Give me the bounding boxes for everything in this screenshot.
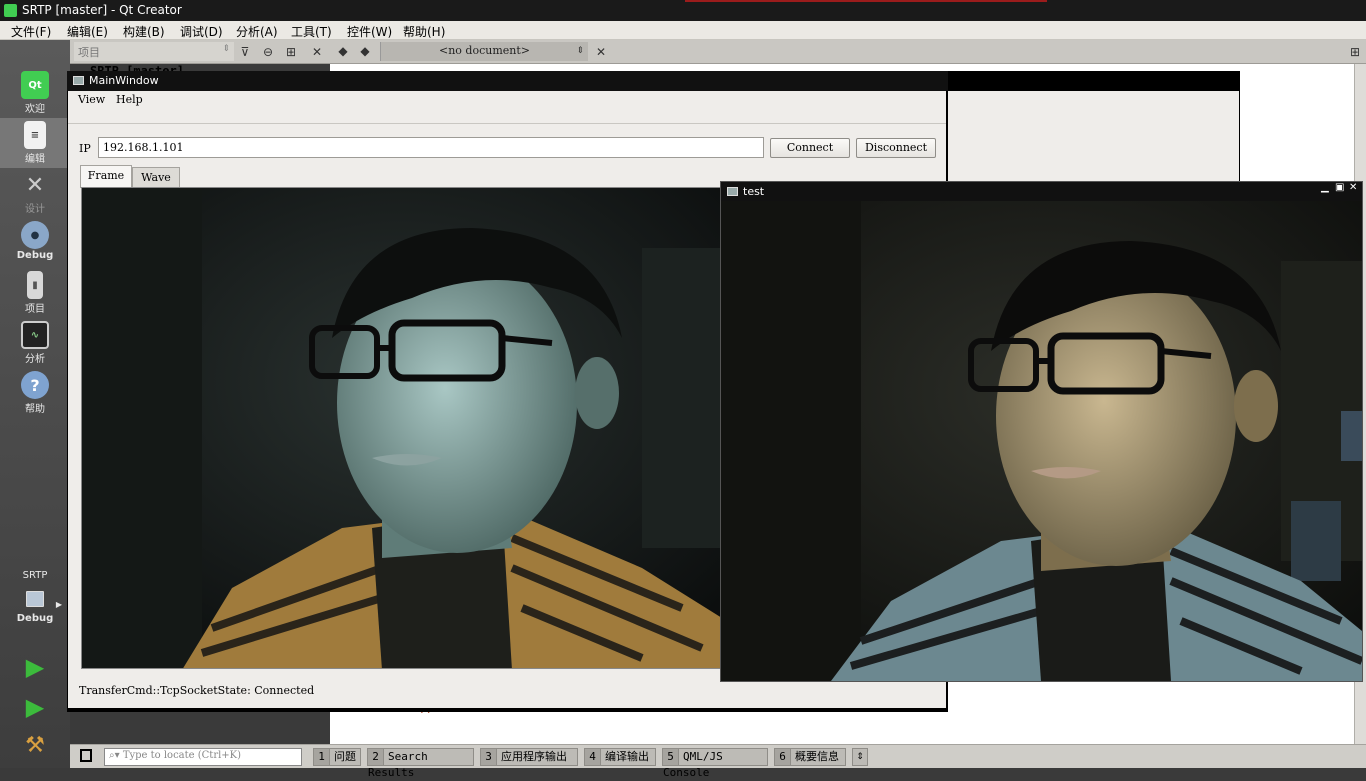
document-combo-label: <no document> bbox=[439, 44, 530, 57]
window-titlebar: SRTP [master] - Qt Creator bbox=[0, 0, 1366, 21]
link-icon[interactable]: ⊖ bbox=[259, 43, 277, 61]
menu-edit[interactable]: 编辑(E) bbox=[67, 23, 108, 40]
split-editor-icon[interactable]: ⊞ bbox=[1346, 43, 1364, 61]
menu-file[interactable]: 文件(F) bbox=[11, 23, 51, 40]
menu-debug[interactable]: 调试(D) bbox=[180, 23, 223, 40]
mode-label: 编辑 bbox=[25, 154, 45, 165]
menu-build[interactable]: 构建(B) bbox=[123, 23, 165, 40]
debug-run-button[interactable]: ▶ bbox=[0, 690, 70, 726]
mainwindow-titlebar[interactable]: MainWindow bbox=[67, 71, 948, 91]
mode-analyze[interactable]: ∿ 分析 bbox=[0, 318, 70, 368]
monitor-icon bbox=[26, 591, 44, 607]
output-statusbar: ⌕▾ Type to locate (Ctrl+K) 1 问题 2 Search R… bbox=[70, 744, 1366, 779]
kit-build-config: Debug bbox=[16, 613, 54, 624]
video-frame-view bbox=[81, 187, 721, 669]
mode-debug[interactable]: ● Debug bbox=[0, 218, 70, 268]
back-arrow-icon[interactable]: ◆ bbox=[334, 42, 352, 60]
kit-selector[interactable]: SRTP Debug ▶ bbox=[0, 568, 70, 640]
chevron-updown-icon: ⇕ bbox=[576, 46, 584, 56]
mainwindow-menubar: View Help bbox=[68, 91, 946, 108]
ip-address-input[interactable]: 192.168.1.101 bbox=[98, 137, 764, 158]
qt-welcome-icon: Qt bbox=[21, 71, 49, 99]
toggle-sidebar-icon[interactable] bbox=[80, 749, 92, 762]
run-icon: ▶ bbox=[25, 653, 45, 681]
test-window: test ▁ ▣ ✕ bbox=[720, 181, 1363, 682]
webcam-frame-image bbox=[82, 188, 720, 668]
pane-search-results[interactable]: 2 Search Results bbox=[367, 748, 474, 779]
ip-label: IP bbox=[79, 142, 91, 155]
editor-toolbar: 项目 ⇕ ⊽ ⊖ ⊞ ✕ ◆ ◆ <no document> ⇕ ✕ ⊞ bbox=[70, 40, 1366, 64]
close-document-icon[interactable]: ✕ bbox=[592, 43, 610, 61]
mode-label: 帮助 bbox=[25, 404, 45, 415]
close-icon[interactable]: ✕ bbox=[308, 43, 326, 61]
connection-status: TransferCmd::TcpSocketState: Connected bbox=[79, 684, 315, 697]
background-window bbox=[947, 71, 1240, 182]
chevron-updown-icon: ⇕ bbox=[222, 44, 230, 54]
window-title: SRTP [master] - Qt Creator bbox=[22, 3, 182, 17]
test-video-view bbox=[721, 201, 1362, 681]
tab-frame[interactable]: Frame bbox=[80, 165, 132, 188]
run-button[interactable]: ▶ bbox=[0, 650, 70, 686]
build-button[interactable]: ⚒ bbox=[0, 728, 70, 764]
menu-help[interactable]: Help bbox=[116, 93, 143, 106]
pane-compile-output[interactable]: 4 编译输出 bbox=[584, 748, 656, 766]
close-icon[interactable]: ✕ bbox=[1349, 182, 1357, 193]
mainwindow-title: MainWindow bbox=[89, 74, 159, 87]
test-window-title: test bbox=[743, 185, 765, 198]
tab-wave[interactable]: Wave bbox=[132, 167, 180, 187]
menubar: 文件(F) 编辑(E) 构建(B) 调试(D) 分析(A) 工具(T) 控件(W… bbox=[0, 21, 1366, 40]
filter-icon[interactable]: ⊽ bbox=[236, 43, 254, 61]
hammer-icon: ⚒ bbox=[25, 732, 45, 758]
project-wrench-icon: ▮ bbox=[27, 271, 43, 299]
mode-welcome[interactable]: Qt 欢迎 bbox=[0, 68, 70, 118]
qt-app-icon bbox=[4, 4, 17, 17]
mode-design[interactable]: ✕ 设计 bbox=[0, 168, 70, 218]
design-tools-icon: ✕ bbox=[25, 172, 45, 198]
analyze-monitor-icon: ∿ bbox=[21, 321, 49, 349]
menu-widgets[interactable]: 控件(W) bbox=[347, 23, 392, 40]
pane-app-output[interactable]: 3 应用程序输出 bbox=[480, 748, 578, 766]
help-question-icon: ? bbox=[21, 371, 49, 399]
test-window-titlebar[interactable]: test bbox=[721, 182, 1362, 201]
menu-view[interactable]: View bbox=[78, 93, 105, 106]
window-icon bbox=[73, 76, 84, 85]
minimize-icon[interactable]: ▁ bbox=[1321, 182, 1329, 193]
mode-label: 设计 bbox=[25, 204, 45, 215]
forward-arrow-icon[interactable]: ◆ bbox=[356, 42, 374, 60]
split-icon[interactable]: ⊞ bbox=[282, 43, 300, 61]
mode-label: 分析 bbox=[25, 354, 45, 365]
chevron-updown-icon[interactable]: ⇕ bbox=[852, 748, 868, 766]
project-view-combo[interactable]: 项目 ⇕ bbox=[74, 42, 234, 61]
edit-document-icon: ≡ bbox=[24, 121, 46, 149]
disconnect-button[interactable]: Disconnect bbox=[856, 138, 936, 158]
menu-analyze[interactable]: 分析(A) bbox=[236, 23, 278, 40]
mode-edit[interactable]: ≡ 编辑 bbox=[0, 118, 70, 168]
maximize-icon[interactable]: ▣ bbox=[1335, 182, 1344, 193]
titlebar-accent-line bbox=[685, 0, 1047, 2]
mode-projects[interactable]: ▮ 项目 bbox=[0, 268, 70, 318]
debug-run-icon: ▶ bbox=[25, 693, 45, 721]
debug-bug-icon: ● bbox=[21, 221, 49, 249]
menu-help[interactable]: 帮助(H) bbox=[403, 23, 445, 40]
connect-button[interactable]: Connect bbox=[770, 138, 850, 158]
mode-label: Debug bbox=[16, 250, 54, 261]
kit-project-name: SRTP bbox=[22, 570, 48, 581]
window-icon bbox=[727, 187, 738, 196]
mode-label: 项目 bbox=[25, 304, 45, 315]
menu-tools[interactable]: 工具(T) bbox=[291, 23, 332, 40]
mode-sidebar: Qt 欢迎 ≡ 编辑 ✕ 设计 ● Debug ▮ 项目 ∿ 分析 ? 帮助 S… bbox=[0, 40, 70, 768]
pane-qml-console[interactable]: 5 QML/JS Console bbox=[662, 748, 768, 779]
mode-label: 欢迎 bbox=[25, 104, 45, 115]
search-icon: ⌕▾ bbox=[109, 750, 123, 761]
mode-help[interactable]: ? 帮助 bbox=[0, 368, 70, 418]
webcam-frame-image bbox=[721, 201, 1362, 681]
project-view-label: 项目 bbox=[78, 46, 100, 59]
document-combo[interactable]: <no document> ⇕ bbox=[380, 42, 588, 61]
chevron-right-icon: ▶ bbox=[55, 600, 62, 609]
pane-general-messages[interactable]: 6 概要信息 bbox=[774, 748, 846, 766]
background-window-body bbox=[947, 91, 1239, 182]
toolbar-separator bbox=[68, 123, 946, 124]
pane-issues[interactable]: 1 问题 bbox=[313, 748, 361, 766]
locator-input[interactable]: ⌕▾ Type to locate (Ctrl+K) bbox=[104, 748, 302, 766]
